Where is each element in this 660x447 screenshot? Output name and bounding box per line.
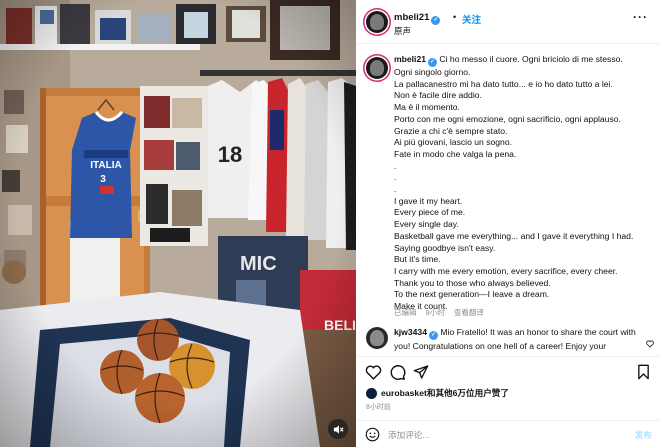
- comment-input[interactable]: [388, 427, 588, 442]
- like-button[interactable]: [364, 363, 382, 381]
- caption-line: Ogni singolo giorno.: [394, 67, 471, 77]
- caption-section: mbeli21 ✓ Ci ho messo il cuore. Ogni bric…: [356, 44, 660, 319]
- post-actions-bar: [356, 356, 660, 386]
- paper-plane-icon: [413, 365, 429, 379]
- caption-line: Grazie a chi c'è sempre stato.: [394, 125, 508, 136]
- commenter-username[interactable]: kjw3434: [394, 327, 427, 337]
- save-button[interactable]: [634, 363, 652, 381]
- edited-label: 已编辑: [394, 308, 417, 317]
- comment-bubble-icon: [390, 364, 405, 380]
- emoji-smiley-icon: [365, 427, 380, 442]
- audio-label[interactable]: 原声: [394, 25, 411, 37]
- post-comment-button[interactable]: 发布: [635, 429, 652, 441]
- heart-icon: [365, 364, 381, 380]
- post-photo[interactable]: ITALIA 3 18 MIC BELI 18: [0, 0, 356, 447]
- caption-username[interactable]: mbeli21: [394, 54, 426, 64]
- comment-text: kjw3434 ✓ Mio Fratello! It was an honor t…: [394, 326, 636, 352]
- author-username-text[interactable]: mbeli21: [394, 12, 429, 23]
- caption-text: mbeli21 ✓ Ci ho messo il cuore. Ogni bric…: [394, 54, 652, 313]
- author-username[interactable]: mbeli21 ✓: [394, 12, 441, 25]
- heart-icon: [646, 340, 654, 348]
- post-sidebar: mbeli21 ✓ • 关注 原声 ··· mbeli21 ✓ Ci ho mess…: [356, 0, 660, 447]
- liker-avatar: [366, 387, 377, 399]
- caption-line: .: [394, 172, 397, 183]
- caption-line: Fate in modo che valga la pena.: [394, 148, 517, 159]
- caption-line: Every piece of me.: [394, 207, 466, 218]
- likes-summary[interactable]: eurobasket和其他6万位用户赞了: [366, 386, 509, 400]
- caption-meta: 已编辑 8小时 查看翻译: [394, 307, 491, 318]
- caption-age[interactable]: 8小时: [426, 308, 445, 317]
- commenter-avatar[interactable]: [366, 327, 388, 349]
- mute-button[interactable]: [328, 419, 348, 439]
- caption-line: To the next generation—I leave a dream.: [394, 289, 550, 300]
- see-translation-link[interactable]: 查看翻译: [454, 308, 484, 317]
- post-header: mbeli21 ✓ • 关注 原声 ···: [356, 0, 660, 44]
- add-comment-bar: 发布: [356, 420, 660, 447]
- share-button[interactable]: [412, 363, 430, 381]
- caption-line: Basketball gave me everything... and I g…: [394, 230, 634, 241]
- caption-line: Porto con me ogni emozione, ogni sacrifi…: [394, 113, 621, 124]
- more-options-button[interactable]: ···: [633, 10, 648, 24]
- caption-line: I gave it my heart.: [394, 195, 463, 206]
- emoji-button[interactable]: [365, 427, 380, 447]
- comment-like-button[interactable]: [646, 335, 654, 353]
- caption-verified-badge-icon: ✓: [428, 58, 438, 67]
- bedroom-jersey-photo: ITALIA 3 18 MIC BELI 18: [0, 0, 356, 447]
- caption-line: Saying goodbye isn't easy.: [394, 242, 496, 253]
- likes-text[interactable]: eurobasket和其他6万位用户赞了: [381, 387, 509, 399]
- commenter-verified-badge-icon: ✓: [428, 331, 438, 340]
- caption-line: La pallacanestro mi ha dato tutto... e i…: [394, 78, 613, 89]
- caption-line: .: [394, 184, 397, 195]
- comment-button[interactable]: [388, 363, 406, 381]
- caption-line: Thank you to those who always believed.: [394, 277, 551, 288]
- verified-badge-icon: ✓: [431, 16, 441, 25]
- comment-item: kjw3434 ✓ Mio Fratello! It was an honor t…: [356, 322, 660, 356]
- caption-line: I carry with me every emotion, every sac…: [394, 265, 618, 276]
- caption-author-avatar[interactable]: [366, 57, 388, 79]
- post-timestamp[interactable]: 8小时前: [366, 402, 391, 412]
- follow-button[interactable]: 关注: [462, 12, 481, 26]
- caption-line: Every single day.: [394, 219, 459, 230]
- caption-line: Ci ho messo il cuore. Ogni briciolo di m…: [439, 54, 623, 64]
- caption-line: Ai più giovani, lascio un sogno.: [394, 137, 513, 148]
- author-avatar[interactable]: [366, 11, 388, 33]
- caption-line: .: [394, 160, 397, 171]
- caption-line: But it's time.: [394, 254, 441, 265]
- caption-line: Ma è il momento.: [394, 102, 460, 113]
- bookmark-icon: [637, 364, 649, 380]
- header-dot: •: [453, 12, 457, 22]
- caption-line: Non è facile dire addio.: [394, 90, 482, 101]
- caption-line-first: mbeli21 ✓ Ci ho messo il cuore. Ogni bric…: [394, 54, 652, 67]
- speaker-muted-icon: [333, 424, 344, 434]
